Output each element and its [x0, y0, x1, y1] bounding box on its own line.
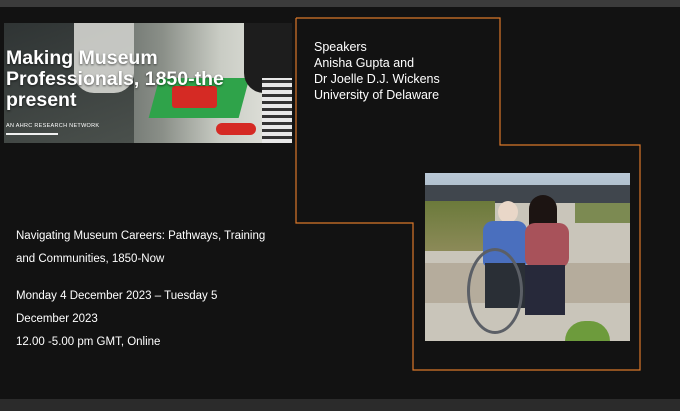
event-date-line-2: December 2023 — [16, 313, 98, 325]
wheelchair-wheel — [467, 248, 523, 334]
speakers-heading: Speakers — [314, 40, 367, 54]
person-two-jacket — [525, 223, 569, 268]
window-bottom-bar — [0, 399, 680, 411]
speaker-names: Anisha Gupta and — [314, 56, 415, 70]
speakers-photo — [425, 173, 630, 341]
presentation-slide: Making Museum Professionals, 1850-the pr… — [0, 7, 680, 399]
speakers-block: Speakers Anisha Gupta and Dr Joelle D.J.… — [314, 39, 440, 103]
event-time: 12.00 -5.00 pm GMT, Online — [16, 336, 161, 348]
speaker-affiliation: University of Delaware — [314, 88, 440, 102]
event-date-line-1: Monday 4 December 2023 – Tuesday 5 — [16, 290, 218, 302]
shrubs — [575, 203, 630, 223]
event-title-line-2: and Communities, 1850-Now — [16, 253, 165, 265]
person-two-legs — [525, 265, 565, 315]
event-details: Navigating Museum Careers: Pathways, Tra… — [16, 225, 296, 354]
event-title-line-1: Navigating Museum Careers: Pathways, Tra… — [16, 230, 266, 242]
person-one-head — [498, 201, 518, 223]
speaker-names-2: Dr Joelle D.J. Wickens — [314, 72, 440, 86]
window-top-bar — [0, 0, 680, 7]
